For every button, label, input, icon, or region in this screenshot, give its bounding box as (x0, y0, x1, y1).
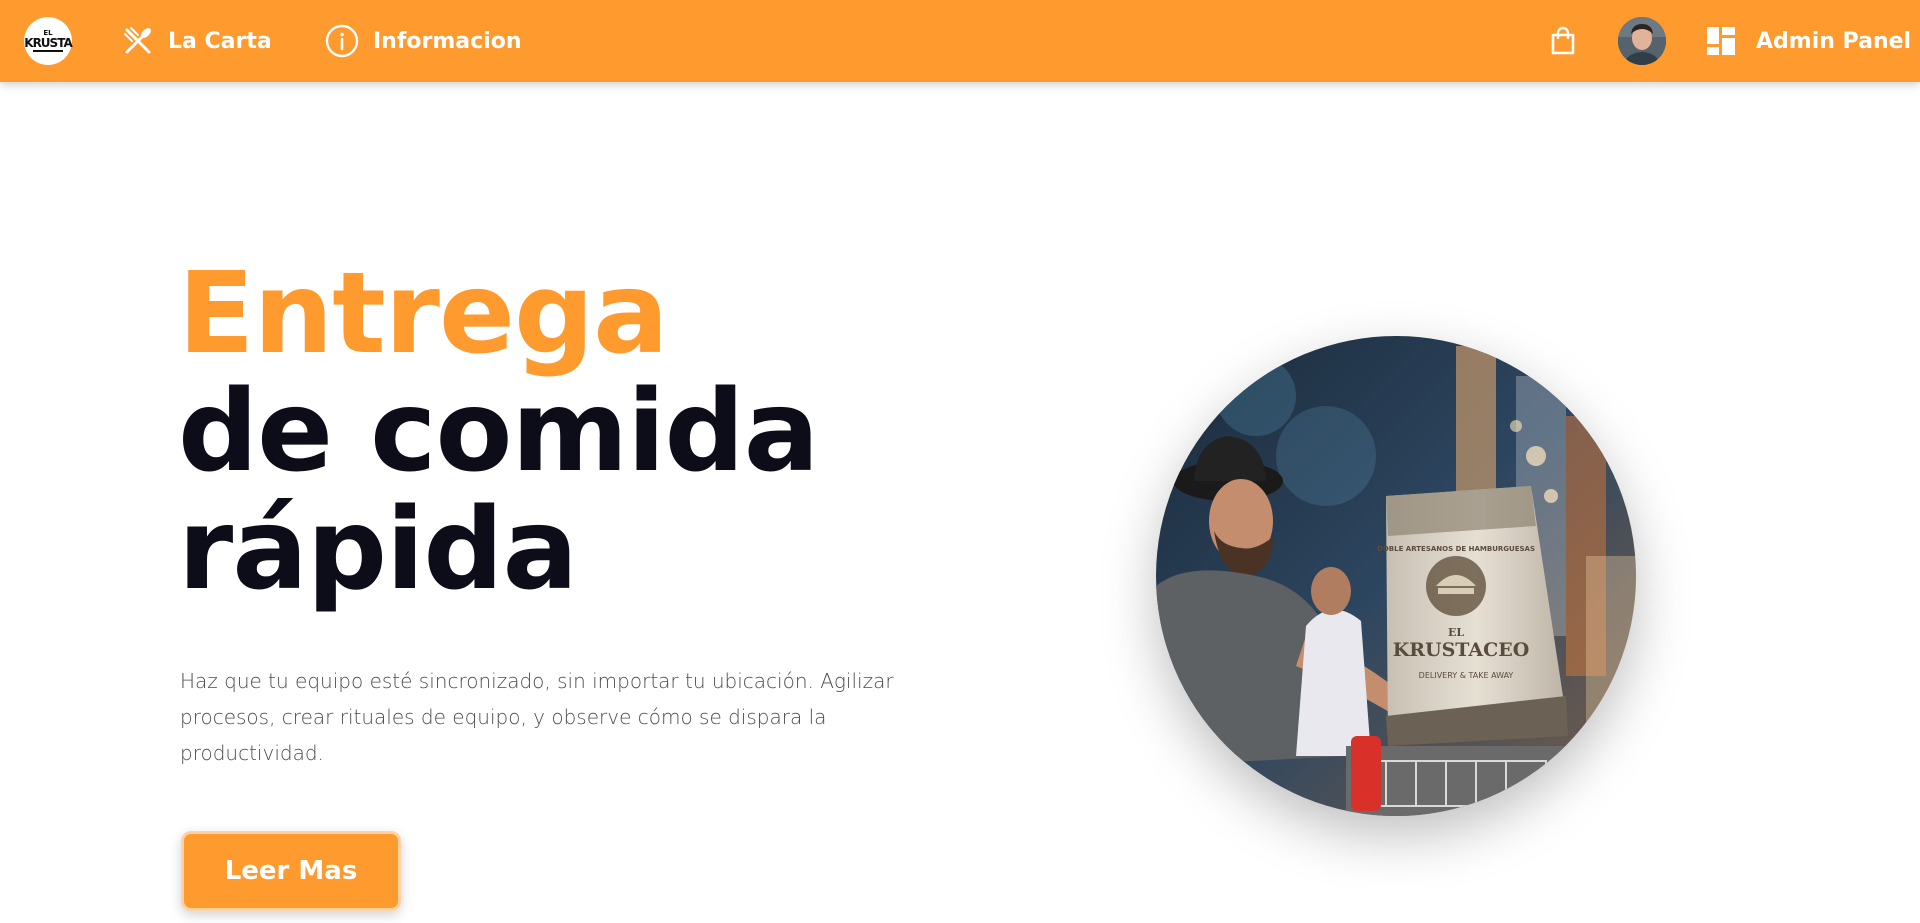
bag-brand-main: KRUSTACEO (1393, 639, 1530, 661)
hero-heading-line-3: rápida (178, 485, 578, 615)
cart-button[interactable] (1548, 26, 1578, 56)
brand-logo[interactable]: EL KRUSTA (24, 17, 73, 65)
user-avatar[interactable] (1618, 17, 1666, 65)
info-circle-icon (325, 24, 359, 58)
nav-la-carta-label: La Carta (168, 28, 272, 54)
hero-heading-line-2: de comida (178, 367, 819, 497)
dashboard-icon (1706, 26, 1736, 56)
shopping-bag-icon (1548, 26, 1578, 56)
top-navbar: EL KRUSTA La Carta Informacion Admin Pan… (0, 0, 1920, 82)
fork-knife-icon (122, 25, 154, 57)
hero-heading: Entrega de comida rápida (178, 249, 819, 615)
bag-delivery-text: DELIVERY & TAKE AWAY (1419, 671, 1514, 680)
nav-informacion-label: Informacion (373, 28, 522, 54)
hero-description: Haz que tu equipo esté sincronizado, sin… (180, 669, 894, 765)
nav-link-admin-panel[interactable]: Admin Panel (1706, 0, 1911, 82)
logo-underline (33, 50, 63, 52)
hero-heading-accent: Entrega (178, 249, 669, 379)
read-more-button[interactable]: Leer Mas (181, 831, 401, 911)
nav-admin-panel-label: Admin Panel (1756, 28, 1912, 54)
logo-main-text: KRUSTA (24, 36, 72, 50)
bag-small-text: DOBLE ARTESANOS DE HAMBURGUESAS (1377, 545, 1535, 553)
nav-link-informacion[interactable]: Informacion (325, 0, 522, 82)
hero-food-photo: DOBLE ARTESANOS DE HAMBURGUESAS EL KRUST… (1156, 336, 1636, 816)
nav-link-la-carta[interactable]: La Carta (122, 0, 272, 82)
bag-brand-top: EL (1448, 626, 1464, 639)
